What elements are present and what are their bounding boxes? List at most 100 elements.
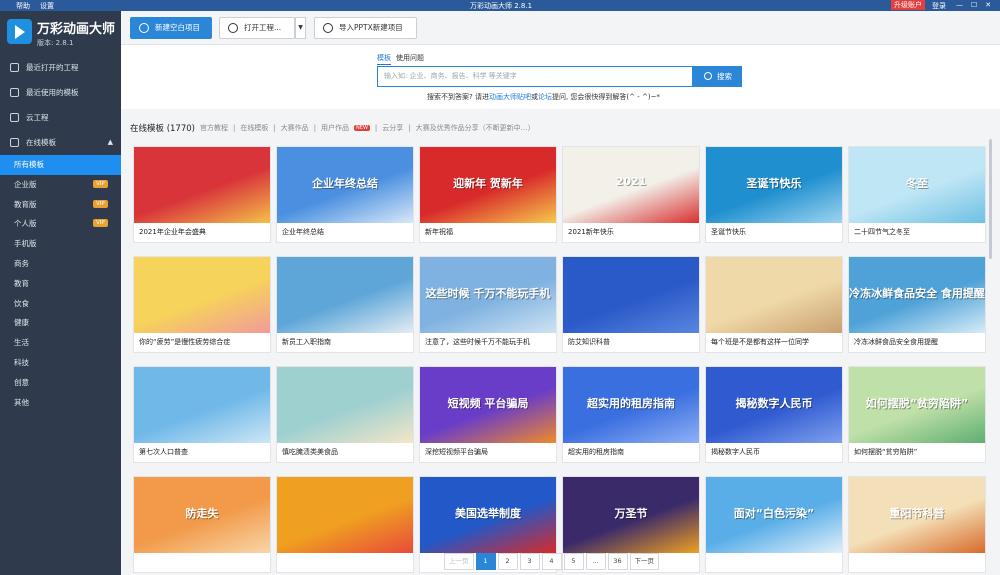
new-project-button[interactable]: 新建空白项目 <box>130 17 212 39</box>
template-card[interactable]: 揭秘数字人民币 揭秘数字人民币 <box>705 366 843 463</box>
template-card[interactable] <box>276 476 414 573</box>
page-button[interactable]: 5 <box>563 553 584 570</box>
template-thumbnail: 超实用的租房指南 <box>563 367 699 443</box>
tab-templates[interactable]: 模板 <box>377 53 391 65</box>
open-project-button[interactable]: 打开工程... <box>219 17 295 39</box>
section-title: 在线模板 (1770) <box>130 124 195 134</box>
template-card[interactable]: 你的“疲劳”是慢性疲劳综合症 <box>133 256 271 353</box>
template-caption: 如何摆脱“贫穷陷阱” <box>854 448 918 456</box>
search-button-label: 搜索 <box>717 72 732 81</box>
login-button[interactable]: 登录 <box>932 1 946 11</box>
chevron-up-icon[interactable]: ▲ <box>108 130 113 155</box>
next-page-button[interactable]: 下一页 <box>629 553 659 570</box>
page-button[interactable]: 3 <box>519 553 540 570</box>
template-card[interactable]: 慎吃腌渍类美食品 <box>276 366 414 463</box>
divider: | <box>408 124 411 132</box>
cloud-icon <box>10 113 19 122</box>
sidebar-category[interactable]: 其他 <box>0 393 121 413</box>
filter-official-tutorials[interactable]: 官方教程 <box>200 123 228 133</box>
sidebar-category[interactable]: 教育 <box>0 274 121 294</box>
minimize-icon[interactable]: — <box>956 0 963 10</box>
thumbnail-title: 万圣节 <box>614 507 648 520</box>
filter-user-works[interactable]: 用户作品 <box>321 123 349 133</box>
sidebar-category[interactable]: 所有模板 <box>0 155 121 175</box>
thumbnail-title: 2021 <box>615 175 647 188</box>
template-card[interactable]: 迎新年 贺新年 新年祝福 <box>419 146 557 243</box>
app-name: 万彩动画大师 <box>37 22 116 37</box>
filter-online-templates[interactable]: 在线模板 <box>240 123 268 133</box>
open-project-dropdown[interactable]: ▼ <box>295 17 306 39</box>
template-caption: 你的“疲劳”是慢性疲劳综合症 <box>139 338 231 346</box>
template-caption: 新员工入职指南 <box>282 338 331 346</box>
template-card[interactable]: 2021年企业年会盛典 <box>133 146 271 243</box>
search-input[interactable]: 输入如: 企业、商务、报告、科学 等关键字 <box>377 66 693 87</box>
template-thumbnail: 揭秘数字人民币 <box>706 367 842 443</box>
sidebar-category[interactable]: 生活 <box>0 333 121 353</box>
template-card[interactable]: 防艾知识科普 <box>562 256 700 353</box>
sidebar-item-recent-templates[interactable]: 最近使用的模板 <box>0 80 121 105</box>
template-card[interactable]: 这些时候 千万不能玩手机 注意了，这些时候千万不能玩手机 <box>419 256 557 353</box>
template-filter-bar: 在线模板 (1770) 官方教程 | 在线模板 | 大赛作品 | 用户作品 NEW | 云… <box>130 122 535 134</box>
menu-help[interactable]: 帮助 <box>16 1 30 11</box>
sidebar-category[interactable]: 手机版 <box>0 234 121 254</box>
scrollbar[interactable] <box>989 139 992 259</box>
prev-page-button[interactable]: 上一页 <box>444 553 474 570</box>
template-card[interactable]: 2021 2021新年快乐 <box>562 146 700 243</box>
template-card[interactable]: 面对“白色污染” <box>705 476 843 573</box>
filter-contest-works[interactable]: 大赛作品 <box>281 123 309 133</box>
sidebar-category[interactable]: 健康 <box>0 313 121 333</box>
sidebar-category[interactable]: 教育版 VIP <box>0 195 121 215</box>
template-thumbnail: 这些时候 千万不能玩手机 <box>420 257 556 333</box>
tab-faq[interactable]: 使用问题 <box>396 53 424 65</box>
template-card[interactable]: 重阳节科普 <box>848 476 986 573</box>
sidebar-category-label: 其他 <box>14 397 29 407</box>
sidebar-category[interactable]: 商务 <box>0 254 121 274</box>
page-button[interactable]: 2 <box>497 553 518 570</box>
template-card[interactable]: 超实用的租房指南 超实用的租房指南 <box>562 366 700 463</box>
maximize-icon[interactable]: ☐ <box>971 0 977 10</box>
template-thumbnail <box>277 257 413 333</box>
template-card[interactable]: 冷冻冰鲜食品安全 食用提醒 冷冻冰鲜食品安全食用提醒 <box>848 256 986 353</box>
template-card[interactable]: 防走失 <box>133 476 271 573</box>
template-card[interactable]: 第七次人口普查 <box>133 366 271 463</box>
sidebar-category-label: 创意 <box>14 377 29 387</box>
forum-link-tieba[interactable]: 动画大师贴吧 <box>489 93 531 101</box>
vip-badge: VIP <box>93 219 108 228</box>
import-pptx-button[interactable]: 导入PPTX新建项目 <box>314 17 417 39</box>
upgrade-account-button[interactable]: 升级账户 <box>891 0 925 10</box>
sidebar-category[interactable]: 企业版 VIP <box>0 175 121 195</box>
filter-cloud-share[interactable]: 云分享 <box>382 123 403 133</box>
sidebar-item-cloud-project[interactable]: 云工程 <box>0 105 121 130</box>
template-card[interactable]: 短视频 平台骗局 深挖短视频平台骗局 <box>419 366 557 463</box>
plus-icon <box>139 23 149 33</box>
sidebar-category[interactable]: 个人版 VIP <box>0 214 121 234</box>
template-caption <box>706 553 842 572</box>
search-button[interactable]: 搜索 <box>693 66 742 87</box>
menu-settings[interactable]: 设置 <box>40 1 54 11</box>
template-card[interactable]: 圣诞节快乐 圣诞节快乐 <box>705 146 843 243</box>
sidebar-category[interactable]: 创意 <box>0 373 121 393</box>
page-button[interactable]: 1 <box>475 553 496 570</box>
forum-link[interactable]: 论坛 <box>538 93 552 101</box>
divider: | <box>273 124 276 132</box>
close-icon[interactable]: ✕ <box>985 0 991 10</box>
template-thumbnail <box>277 367 413 443</box>
template-card[interactable]: 如何摆脱“贫穷陷阱” 如何摆脱“贫穷陷阱” <box>848 366 986 463</box>
template-caption: 揭秘数字人民币 <box>711 448 760 456</box>
page-button[interactable]: ... <box>585 553 606 570</box>
page-button[interactable]: 36 <box>607 553 628 570</box>
template-card[interactable]: 企业年终总结 企业年终总结 <box>276 146 414 243</box>
sidebar-item-recent-projects[interactable]: 最近打开的工程 <box>0 55 121 80</box>
thumbnail-title: 冷冻冰鲜食品安全 食用提醒 <box>849 287 985 300</box>
sidebar-category[interactable]: 饮食 <box>0 294 121 314</box>
sidebar-category[interactable]: 科技 <box>0 353 121 373</box>
sidebar-item-online-templates[interactable]: 在线模板 ▲ <box>0 130 121 155</box>
filter-contest-share[interactable]: 大赛及优秀作品分享（不断更新中…） <box>416 123 535 133</box>
template-thumbnail <box>134 367 270 443</box>
template-card[interactable]: 每个班是不是都有这样一位同学 <box>705 256 843 353</box>
template-card[interactable]: 新员工入职指南 <box>276 256 414 353</box>
template-card[interactable]: 冬至 二十四节气之冬至 <box>848 146 986 243</box>
page-button[interactable]: 4 <box>541 553 562 570</box>
thumbnail-title: 美国选举制度 <box>455 507 521 520</box>
sidebar-item-label: 最近使用的模板 <box>26 88 79 97</box>
